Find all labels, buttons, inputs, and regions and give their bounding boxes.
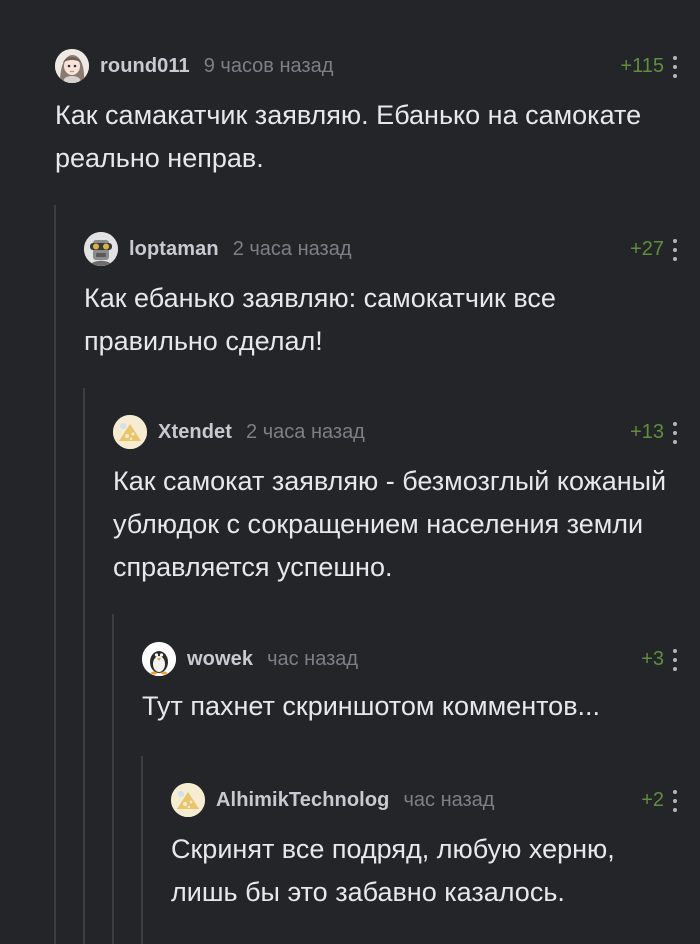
- comment-text: Как самакатчик заявляю. Ебанько на самок…: [55, 100, 642, 173]
- thread-branch-line[interactable]: [54, 205, 56, 944]
- timestamp[interactable]: 9 часов назад: [204, 55, 334, 78]
- timestamp[interactable]: час назад: [267, 648, 358, 671]
- comment: Xtendet 2 часа назад +13 Как самокат зая…: [113, 414, 700, 589]
- comment-text: Скринят все подряд, любую херню, лишь бы…: [171, 834, 615, 907]
- more-menu-icon[interactable]: [672, 239, 678, 261]
- comment: wowek час назад +3 Тут пахнет скриншотом…: [142, 641, 700, 728]
- timestamp[interactable]: 2 часа назад: [246, 421, 365, 444]
- more-menu-icon[interactable]: [672, 790, 678, 812]
- robot-goggles-avatar-icon: [84, 232, 118, 266]
- thread-branch-line[interactable]: [83, 388, 85, 944]
- avatar[interactable]: [113, 415, 147, 449]
- thread-branch-line[interactable]: [112, 614, 114, 944]
- comment-text: Как самокат заявляю - безмозглый кожаный…: [113, 466, 667, 582]
- comment-header: wowek час назад +3: [142, 641, 700, 677]
- timestamp[interactable]: 2 часа назад: [233, 238, 352, 261]
- anime-girl-avatar-icon: [55, 49, 89, 83]
- comment-text: Тут пахнет скриншотом комментов...: [142, 691, 601, 721]
- penguin-avatar-icon: [142, 642, 176, 676]
- avatar[interactable]: [171, 783, 205, 817]
- rating: +3: [641, 648, 664, 670]
- avatar[interactable]: [84, 232, 118, 266]
- more-menu-icon[interactable]: [672, 56, 678, 78]
- rating: +27: [630, 238, 664, 260]
- avatar[interactable]: [142, 642, 176, 676]
- default-avatar-icon: [171, 783, 205, 817]
- more-menu-icon[interactable]: [672, 649, 678, 671]
- username[interactable]: AlhimikTechnolog: [216, 789, 389, 812]
- comment: loptaman 2 часа назад +27 Как ебанько за…: [84, 231, 700, 363]
- comment-header: AlhimikTechnolog час назад +2: [171, 782, 700, 818]
- comment-header: loptaman 2 часа назад +27: [84, 231, 700, 267]
- comment-text: Как ебанько заявляю: самокатчик все прав…: [84, 283, 556, 356]
- username[interactable]: loptaman: [129, 238, 219, 261]
- rating: +115: [620, 55, 664, 77]
- rating: +13: [630, 421, 664, 443]
- comment: AlhimikTechnolog час назад +2 Скринят вс…: [171, 782, 700, 914]
- default-avatar-icon: [113, 415, 147, 449]
- username[interactable]: round011: [100, 55, 190, 78]
- timestamp[interactable]: час назад: [403, 789, 494, 812]
- comment-thread: round011 9 часов назад +115 Как самакатч…: [0, 0, 700, 944]
- thread-branch-line[interactable]: [141, 756, 143, 944]
- username[interactable]: wowek: [187, 648, 253, 671]
- rating: +2: [641, 789, 664, 811]
- comment: round011 9 часов назад +115 Как самакатч…: [55, 48, 700, 180]
- more-menu-icon[interactable]: [672, 422, 678, 444]
- comment-header: Xtendet 2 часа назад +13: [113, 414, 700, 450]
- avatar[interactable]: [55, 49, 89, 83]
- comment-header: round011 9 часов назад +115: [55, 48, 700, 84]
- username[interactable]: Xtendet: [158, 421, 232, 444]
